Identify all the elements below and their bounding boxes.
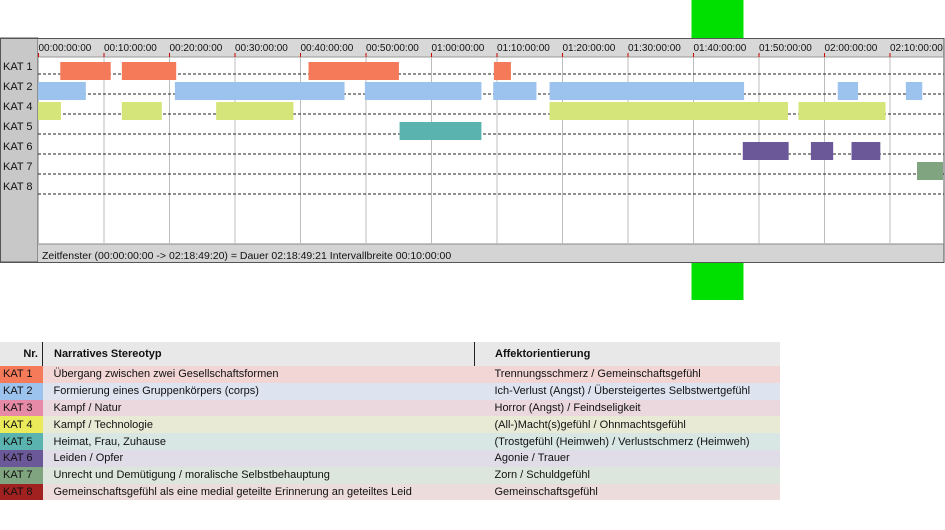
legend-code: KAT 6 [0,449,43,467]
time-tick-label: 02:00:00:00 [825,43,878,54]
legend-code: KAT 2 [0,382,43,400]
timeline-chart: 00:00:00:00 00:10:00:00 00:20:00:00 00:30:0… [0,0,945,300]
interval-bar [399,122,482,140]
time-tick-label: 00:20:00:00 [170,43,223,54]
legend-stereotyp: Heimat, Frau, Zuhause [53,435,167,448]
legend-header-row: Nr. Narratives Stereotyp Affektorientier… [0,342,780,366]
interval-bar [38,82,86,100]
legend-header-nr: Nr. [0,342,43,366]
time-tick-label: 00:10:00:00 [104,43,157,54]
row-label: KAT 4 [3,101,33,113]
legend-table: Nr. Narratives Stereotyp Affektorientier… [0,342,780,501]
interval-bar [917,162,943,180]
time-tick-label: 00:30:00:00 [235,43,288,54]
footer-text: Zeitfenster (00:00:00:00 -> 02:18:49:20)… [42,250,451,262]
legend-stereotyp: Gemeinschaftsgefühl als eine medial gete… [53,485,412,498]
interval-bar [308,62,399,80]
legend-row: KAT 4 Kampf / Technologie (All-)Macht(s)ge… [0,416,780,434]
time-tick-label: 01:40:00:00 [694,43,747,54]
legend-code: KAT 8 [0,483,43,501]
interval-bar [549,82,745,100]
interval-bar [742,142,789,160]
time-tick-label: 00:50:00:00 [366,43,419,54]
plot-area [38,57,944,244]
row-label: KAT 5 [3,121,33,133]
legend-code: KAT 5 [0,433,43,450]
interval-bar [905,82,923,100]
time-tick-label: 01:10:00:00 [497,43,550,54]
legend-stereotyp: Formierung eines Gruppenkörpers (corps) [53,385,259,398]
legend-code: KAT 7 [0,466,43,484]
interval-bar [549,102,788,120]
legend-header-stereotyp: Narratives Stereotyp [42,342,475,366]
legend-stereotyp: Übergang zwischen zwei Gesellschaftsform… [53,368,279,381]
legend-affekt: Gemeinschaftsgefühl [494,485,598,498]
row-label: KAT 7 [3,161,33,173]
legend-row: KAT 6 Leiden / Opfer Agonie / Trauer [0,449,780,467]
legend-code: KAT 3 [0,399,43,417]
legend-header-affekt: Affektorientierung [495,348,591,360]
row-label: KAT 6 [3,141,33,153]
legend-code: KAT 4 [0,416,43,434]
time-tick-label: 01:50:00:00 [759,43,812,54]
interval-bar [810,142,834,160]
row-label: KAT 1 [3,61,33,73]
legend-row: KAT 2 Formierung eines Gruppenkörpers (co… [0,382,780,400]
legend-code: KAT 1 [0,366,43,383]
time-tick-label: 00:40:00:00 [301,43,354,54]
row-label: KAT 8 [3,181,33,193]
time-tick-label: 01:20:00:00 [563,43,616,54]
legend-row: KAT 8 Gemeinschaftsgefühl als eine medial… [0,483,780,501]
time-tick-label: 01:30:00:00 [628,43,681,54]
legend-stereotyp: Kampf / Technologie [53,418,153,431]
legend-affekt: Zorn / Schuldgefühl [494,469,590,482]
interval-bar [60,62,111,80]
legend-row: KAT 5 Heimat, Frau, Zuhause (Trostgefühl (… [0,433,780,450]
legend-affekt: Trennungsschmerz / Gemeinschaftsgefühl [494,368,701,381]
legend-row: KAT 7 Unrecht und Demütigung / moralische… [0,466,780,484]
interval-bar [837,82,859,100]
interval-bar [216,102,294,120]
interval-bar [121,102,162,120]
legend-row: KAT 3 Kampf / Natur Horror (Angst) / Feind… [0,399,780,417]
time-tick-label: 00:00:00:00 [39,43,92,54]
interval-bar [493,62,511,80]
legend-affekt: Ich-Verlust (Angst) / Übersteigertes Sel… [494,385,751,398]
legend-affekt: (Trostgefühl (Heimweh) / Verlustschmerz … [494,435,750,448]
legend-affekt: (All-)Macht(s)gefühl / Ohnmachtsgefühl [494,418,686,431]
legend-affekt: Agonie / Trauer [494,452,570,465]
interval-bar [493,82,537,100]
row-label: KAT 2 [3,81,33,93]
interval-bar [851,142,881,160]
interval-bar [364,82,482,100]
interval-bar [798,102,886,120]
legend-affekt: Horror (Angst) / Feindseligkeit [494,401,641,414]
interval-bar [121,62,177,80]
time-tick-label: 01:00:00:00 [432,43,485,54]
legend-row: KAT 1 Übergang zwischen zwei Gesellschaft… [0,366,780,383]
interval-bar [174,82,345,100]
time-tick-label: 02:10:00:00 [890,43,943,54]
interval-bar [38,102,61,120]
legend-stereotyp: Kampf / Natur [53,401,122,414]
legend-stereotyp: Unrecht und Demütigung / moralische Selb… [53,469,330,482]
legend-stereotyp: Leiden / Opfer [53,452,124,465]
